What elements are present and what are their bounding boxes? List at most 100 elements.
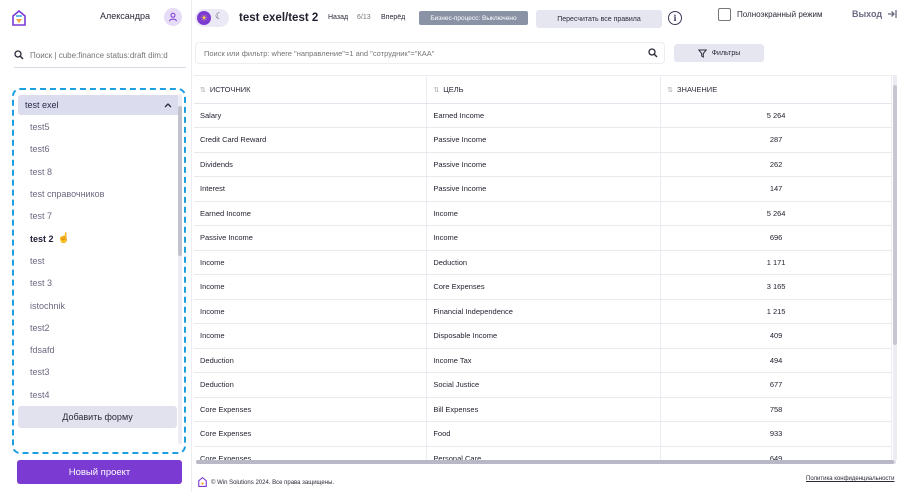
table-vertical-scrollbar[interactable] xyxy=(893,75,897,460)
form-item[interactable]: test 2 ☝ xyxy=(18,227,180,249)
table-row[interactable]: Dividends Passive Income 262 xyxy=(194,152,892,177)
info-icon[interactable]: i xyxy=(668,11,682,25)
form-item[interactable]: test справочников xyxy=(18,183,180,205)
table-row[interactable]: Passive Income Income 696 xyxy=(194,225,892,251)
cell-source[interactable]: Passive Income xyxy=(194,225,428,251)
cell-value[interactable]: 5 264 xyxy=(660,103,892,128)
cell-value[interactable]: 409 xyxy=(660,323,892,349)
table-row[interactable]: Core Expenses Food 933 xyxy=(194,421,892,447)
form-item[interactable]: test4 xyxy=(18,384,180,406)
back-button[interactable]: Назад xyxy=(328,14,348,21)
table-row[interactable]: Core Expenses Bill Expenses 758 xyxy=(194,397,892,422)
cell-value[interactable]: 696 xyxy=(660,225,892,251)
table-row[interactable]: Income Disposable Income 409 xyxy=(194,323,892,349)
cell-target[interactable]: Core Expenses xyxy=(426,274,662,300)
cell-source[interactable]: Core Expenses xyxy=(194,421,428,447)
form-item[interactable]: test 7 xyxy=(18,205,180,227)
cell-target[interactable]: Earned Income xyxy=(426,103,662,128)
cell-target[interactable]: Disposable Income xyxy=(426,323,662,349)
form-item[interactable]: test6 xyxy=(18,138,180,160)
theme-toggle[interactable]: ☀ ☾ xyxy=(195,9,229,27)
cell-target[interactable]: Income Tax xyxy=(426,348,662,373)
form-item[interactable]: test2 xyxy=(18,317,180,339)
cell-source[interactable]: Deduction xyxy=(194,372,428,398)
cell-target[interactable]: Passive Income xyxy=(426,127,662,153)
logout-button[interactable]: Выход xyxy=(852,9,897,19)
tree-scrollbar-thumb[interactable] xyxy=(178,106,182,256)
table-horizontal-scrollbar-thumb[interactable] xyxy=(196,460,894,464)
cell-source[interactable]: Deduction xyxy=(194,348,428,373)
table-row[interactable]: Credit Card Reward Passive Income 287 xyxy=(194,127,892,153)
form-item[interactable]: test 3 xyxy=(18,272,180,294)
table-row[interactable]: Income Core Expenses 3 165 xyxy=(194,274,892,300)
form-item[interactable]: test xyxy=(18,250,180,272)
cell-source[interactable]: Income xyxy=(194,250,428,275)
form-item[interactable]: fdsafd xyxy=(18,339,180,361)
recalculate-rules-button[interactable]: Пересчитать все правила xyxy=(536,10,662,28)
sort-icon[interactable]: ⇅ xyxy=(433,87,439,94)
cell-target[interactable]: Passive Income xyxy=(426,152,662,177)
cell-value[interactable]: 933 xyxy=(660,421,892,447)
cell-target[interactable]: Financial Independence xyxy=(426,299,662,324)
search-icon[interactable] xyxy=(648,48,658,58)
fullscreen-toggle[interactable]: Полноэкранный режим xyxy=(718,8,822,21)
sort-icon[interactable]: ⇅ xyxy=(200,87,206,94)
user-avatar[interactable] xyxy=(164,8,182,26)
cell-target[interactable]: Social Justice xyxy=(426,372,662,398)
table-row[interactable]: Earned Income Income 5 264 xyxy=(194,201,892,226)
user-name[interactable]: Александра xyxy=(100,11,150,21)
filters-button[interactable]: Фильтры xyxy=(674,44,764,62)
form-item[interactable]: test 8 xyxy=(18,161,180,183)
table-row[interactable]: Income Financial Independence 1 215 xyxy=(194,299,892,324)
app-logo-icon[interactable] xyxy=(12,10,26,26)
cell-target[interactable]: Income xyxy=(426,225,662,251)
table-row[interactable]: Deduction Income Tax 494 xyxy=(194,348,892,373)
form-item[interactable]: istochnik xyxy=(18,294,180,316)
cell-value[interactable]: 1 215 xyxy=(660,299,892,324)
forward-button[interactable]: Вперёд xyxy=(381,14,405,21)
cell-target[interactable]: Income xyxy=(426,201,662,226)
cell-value[interactable]: 1 171 xyxy=(660,250,892,275)
cell-value[interactable]: 494 xyxy=(660,348,892,373)
table-row[interactable]: Deduction Social Justice 677 xyxy=(194,372,892,398)
cell-target[interactable]: Bill Expenses xyxy=(426,397,662,422)
cell-value[interactable]: 5 264 xyxy=(660,201,892,226)
folder-test-exel[interactable]: test exel xyxy=(18,95,180,115)
table-row[interactable]: Interest Passive Income 147 xyxy=(194,176,892,202)
chevron-up-icon[interactable] xyxy=(164,102,172,108)
tree-scrollbar[interactable] xyxy=(178,94,182,444)
cell-source[interactable]: Income xyxy=(194,299,428,324)
fullscreen-checkbox[interactable] xyxy=(718,8,731,21)
business-process-badge[interactable]: Бизнес-процесс: Выключено xyxy=(419,11,528,25)
cell-source[interactable]: Core Expenses xyxy=(194,397,428,422)
table-vertical-scrollbar-thumb[interactable] xyxy=(893,85,897,345)
sidebar-search-input[interactable] xyxy=(30,50,180,60)
column-header-target[interactable]: ⇅ ЦЕЛЬ xyxy=(426,76,662,104)
cell-value[interactable]: 758 xyxy=(660,397,892,422)
cell-target[interactable]: Food xyxy=(426,421,662,447)
new-project-button[interactable]: Новый проект xyxy=(17,460,182,484)
table-row[interactable]: Salary Earned Income 5 264 xyxy=(194,103,892,128)
cell-source[interactable]: Earned Income xyxy=(194,201,428,226)
cell-value[interactable]: 287 xyxy=(660,127,892,153)
column-header-value[interactable]: ⇅ ЗНАЧЕНИЕ xyxy=(660,76,892,104)
form-item[interactable]: test5 xyxy=(18,116,180,138)
cell-source[interactable]: Income xyxy=(194,274,428,300)
cell-source[interactable]: Salary xyxy=(194,103,428,128)
table-horizontal-scrollbar[interactable] xyxy=(196,460,896,464)
add-form-button[interactable]: Добавить форму xyxy=(18,406,177,428)
cell-value[interactable]: 3 165 xyxy=(660,274,892,300)
cell-target[interactable]: Passive Income xyxy=(426,176,662,202)
cell-source[interactable]: Credit Card Reward xyxy=(194,127,428,153)
sort-icon[interactable]: ⇅ xyxy=(667,87,673,94)
cell-target[interactable]: Deduction xyxy=(426,250,662,275)
cell-source[interactable]: Interest xyxy=(194,176,428,202)
privacy-policy-link[interactable]: Политика конфиденциальности xyxy=(806,476,895,482)
column-header-source[interactable]: ⇅ ИСТОЧНИК xyxy=(194,76,428,104)
cell-source[interactable]: Dividends xyxy=(194,152,428,177)
cell-value[interactable]: 262 xyxy=(660,152,892,177)
cell-value[interactable]: 677 xyxy=(660,372,892,398)
cell-source[interactable]: Income xyxy=(194,323,428,349)
filter-search-input[interactable] xyxy=(204,48,648,58)
table-row[interactable]: Income Deduction 1 171 xyxy=(194,250,892,275)
